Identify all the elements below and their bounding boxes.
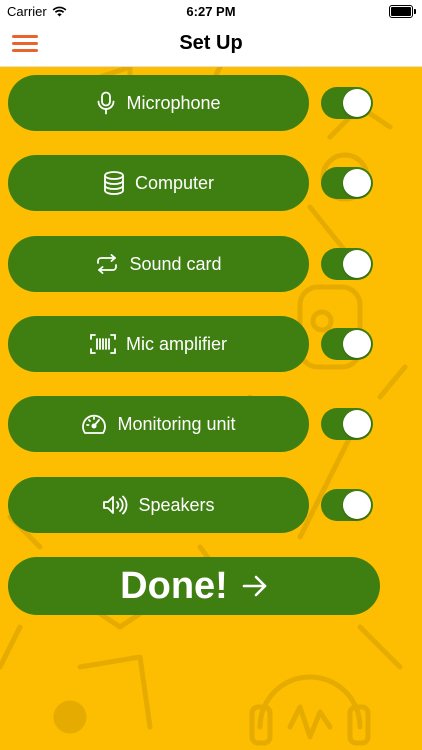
sound-card-toggle[interactable]	[321, 248, 373, 280]
status-time: 6:27 PM	[186, 4, 236, 19]
device-row-monitoring-unit: Monitoring unit	[8, 396, 408, 452]
done-button[interactable]: Done!	[8, 557, 380, 615]
speakers-toggle[interactable]	[321, 489, 373, 521]
device-row-sound-card: Sound card	[8, 236, 408, 292]
device-label: Microphone	[126, 92, 221, 113]
navigation-bar: Set Up	[0, 22, 422, 67]
device-label: Computer	[134, 172, 215, 193]
status-bar: Carrier 6:27 PM	[0, 0, 422, 22]
battery-icon	[389, 5, 416, 18]
device-row-computer: Computer	[8, 155, 408, 211]
speakers-button[interactable]: Speakers	[8, 477, 309, 533]
microphone-icon	[98, 91, 115, 115]
repeat-icon	[97, 254, 118, 274]
computer-button[interactable]: Computer	[8, 155, 309, 211]
microphone-button[interactable]: Microphone	[8, 75, 309, 131]
monitoring-unit-button[interactable]: Monitoring unit	[8, 396, 309, 452]
page-title: Set Up	[179, 32, 243, 54]
mic-amplifier-button[interactable]: Mic amplifier	[8, 316, 309, 372]
speaker-icon	[103, 495, 128, 515]
device-label: Monitoring unit	[117, 413, 236, 434]
sound-card-button[interactable]: Sound card	[8, 236, 309, 292]
device-row-speakers: Speakers	[8, 477, 408, 533]
database-icon	[104, 171, 124, 195]
device-label: Speakers	[138, 494, 215, 515]
arrow-right-icon	[242, 575, 267, 597]
computer-toggle[interactable]	[321, 167, 373, 199]
gauge-icon	[82, 414, 107, 434]
device-row-mic-amplifier: Mic amplifier	[8, 316, 408, 372]
barcode-icon	[90, 334, 116, 354]
setup-content: Microphone Computer Sound card Mic ampli…	[0, 67, 422, 750]
device-label: Sound card	[129, 253, 222, 274]
monitoring-unit-toggle[interactable]	[321, 408, 373, 440]
mic-amplifier-toggle[interactable]	[321, 328, 373, 360]
device-row-microphone: Microphone	[8, 75, 408, 131]
device-label: Mic amplifier	[125, 333, 227, 354]
done-label: Done!	[120, 564, 228, 607]
microphone-toggle[interactable]	[321, 87, 373, 119]
